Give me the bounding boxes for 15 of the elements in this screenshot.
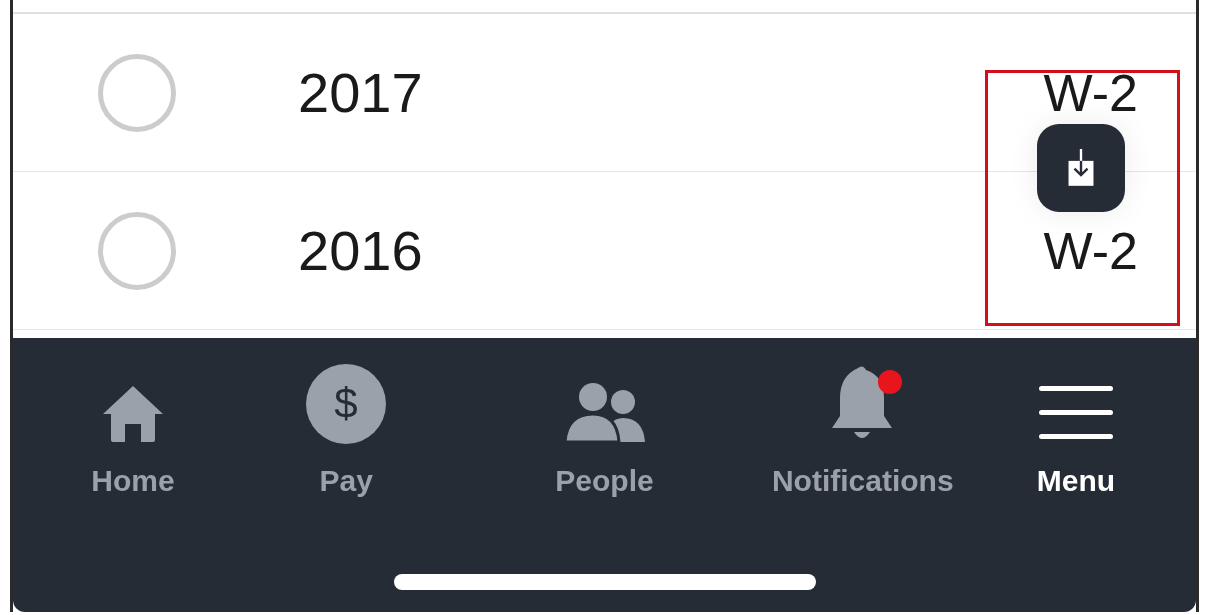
tab-item[interactable]: $ Pay [236,360,457,503]
tab-item[interactable]: Notifications [752,360,973,503]
year-label: 2017 [298,59,423,126]
tab-item[interactable]: Menu [1011,360,1141,503]
form-label: W-2 [1043,62,1138,124]
tab-item[interactable]: People [494,360,715,503]
year-label: 2016 [298,217,423,284]
dollar-icon: $ [306,364,387,444]
form-label: W-2 [1043,220,1138,282]
tab-item[interactable]: Home [68,360,198,503]
radio-button[interactable] [98,53,176,132]
download-button[interactable] [1037,124,1125,212]
download-icon [1066,149,1096,187]
home-icon [101,384,165,444]
radio-button[interactable] [98,211,176,290]
